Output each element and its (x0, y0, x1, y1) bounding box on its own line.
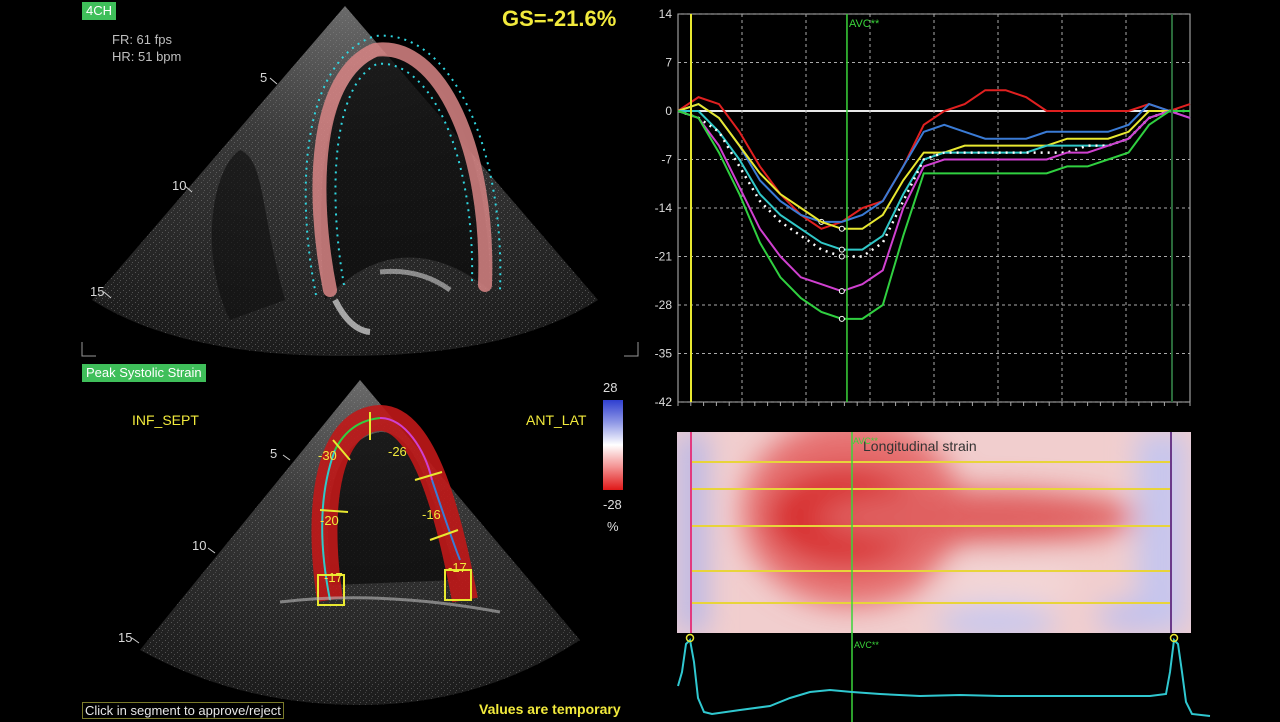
strain-heatmap-panel[interactable]: Longitudinal strain AVC** (677, 432, 1191, 633)
wall-label-anterolateral: ANT_LAT (526, 412, 587, 428)
depth-mark-10: 10 (172, 178, 187, 193)
segment-value-apical-lateral[interactable]: -26 (388, 444, 407, 459)
segment-value-apical-septal[interactable]: -30 (318, 448, 337, 463)
depth-mark-5: 5 (260, 70, 268, 85)
strain-curves-chart[interactable]: 14 7 0 -7 -14 -21 -28 -35 -42 AVC** (640, 0, 1240, 420)
y-tick-label: -14 (655, 201, 673, 215)
approve-instruction-text: Click in segment to approve/reject (82, 702, 284, 719)
peak-marker (838, 225, 845, 232)
depth-mark-5-bottom: 5 (270, 446, 278, 461)
bottom-echo-panel[interactable]: -30 -26 -20 -16 -17 -17 5 10 15 (80, 380, 640, 705)
heart-rate-text: HR: 51 bpm (112, 49, 182, 64)
colorbar-min-label: -28 (603, 497, 622, 512)
y-tick-label: 0 (665, 104, 672, 118)
echo-sector-strain-segments[interactable] (80, 380, 640, 705)
y-tick-label: -42 (655, 395, 673, 409)
ecg-trace-panel (677, 632, 1211, 722)
depth-mark-10-bottom: 10 (192, 538, 207, 553)
global-strain-value: GS=-21.6% (502, 6, 617, 31)
y-tick-label: 7 (665, 56, 672, 70)
y-tick-label: -7 (661, 153, 672, 167)
segment-value-basal-septal[interactable]: -17 (324, 570, 343, 585)
wall-label-inferoseptal: INF_SEPT (132, 412, 199, 428)
peak-marker (838, 246, 845, 253)
top-echo-panel[interactable]: 4CH FR: 61 fps HR: 51 bpm 5 10 15 (80, 0, 640, 360)
ecg-avc-label: AVC** (854, 640, 879, 650)
avc-marker-label: AVC** (849, 18, 880, 30)
y-tick-label: 14 (659, 7, 673, 21)
frame-rate-text: FR: 61 fps (112, 32, 172, 47)
colorbar-unit-label: % (607, 519, 619, 534)
depth-mark-15-bottom: 15 (118, 630, 133, 645)
chart-y-ticks: 14 7 0 -7 -14 -21 -28 -35 -42 (655, 7, 673, 409)
peak-marker (838, 315, 845, 322)
chart-grid (677, 13, 1191, 406)
y-tick-label: -28 (655, 298, 673, 312)
strain-heatmap[interactable] (677, 432, 1191, 633)
segment-value-mid-lateral[interactable]: -16 (422, 507, 441, 522)
depth-mark-15: 15 (90, 284, 105, 299)
values-status-text: Values are temporary (479, 701, 621, 717)
y-tick-label: -35 (655, 347, 673, 361)
strain-colorbar (603, 400, 623, 490)
segment-value-mid-septal[interactable]: -20 (320, 513, 339, 528)
peak-marker (838, 253, 845, 260)
view-label-badge: 4CH (82, 2, 117, 20)
colorbar-max-label: 28 (603, 380, 618, 395)
ecg-waveform (677, 637, 1211, 717)
y-tick-label: -21 (655, 250, 673, 264)
peak-marker (838, 288, 845, 295)
heatmap-title: Longitudinal strain (863, 438, 977, 454)
segment-value-basal-lateral[interactable]: -17 (448, 560, 467, 575)
heatmap-avc-label: AVC** (853, 436, 878, 446)
